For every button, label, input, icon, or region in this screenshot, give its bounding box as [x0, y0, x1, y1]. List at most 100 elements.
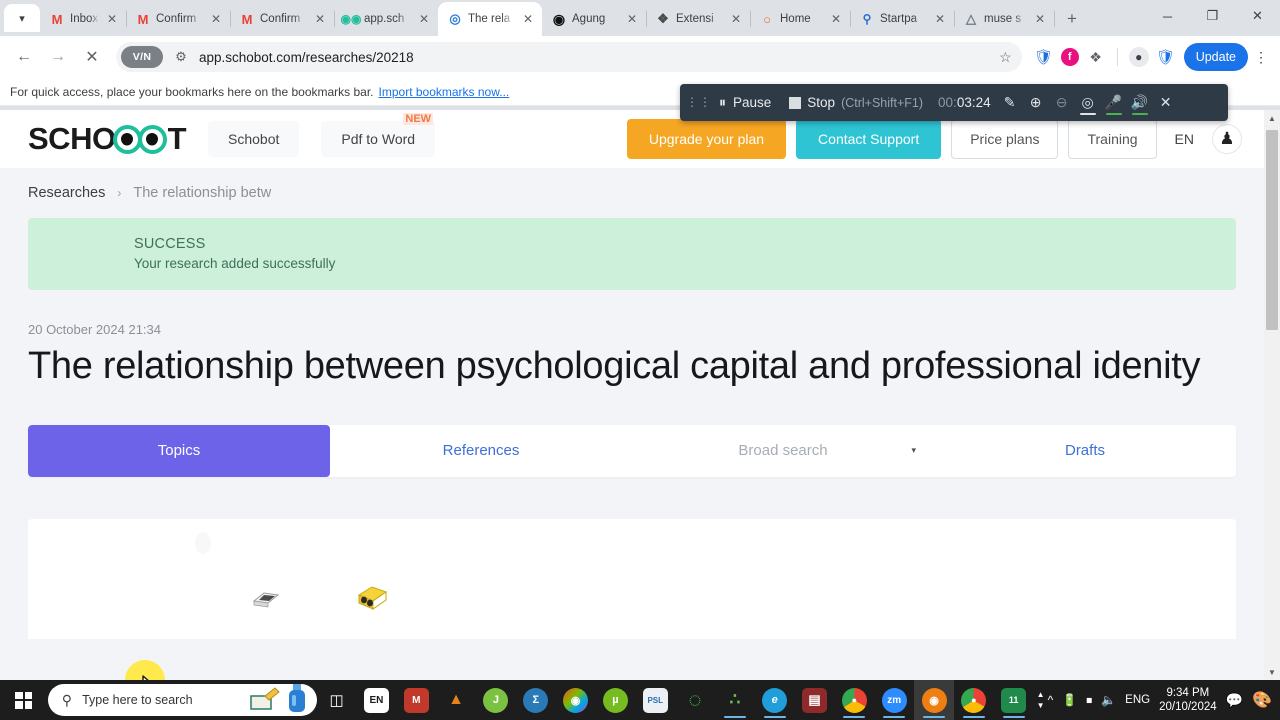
vlc-icon[interactable]: ▲ — [436, 680, 476, 720]
tune-icon[interactable]: ⚙ — [171, 47, 191, 67]
page-scrollbar[interactable]: ▲ ▼ — [1264, 110, 1280, 680]
browser-tab[interactable]: M Confirm ✕ — [230, 2, 335, 36]
tab-broad-search[interactable]: Broad search ▾ — [632, 425, 934, 477]
chrome-profile-icon[interactable]: ● — [954, 680, 994, 720]
browser-tab[interactable]: ❖ Extensi ✕ — [646, 2, 751, 36]
close-tab-icon[interactable]: ✕ — [932, 12, 948, 26]
scroll-up-arrow-icon[interactable]: ▲ — [1264, 110, 1280, 126]
browser-tab[interactable]: M Confirm ✕ — [126, 2, 231, 36]
microsoft-edge-icon[interactable]: e — [755, 680, 795, 720]
forward-button[interactable]: → — [42, 41, 74, 73]
zoom-icon[interactable]: zm — [874, 680, 914, 720]
drag-grip-icon[interactable]: ⋮⋮ — [686, 96, 711, 108]
zoom-in-icon[interactable]: ⊕ — [1023, 89, 1049, 117]
browser-tab-active[interactable]: ◎ The rela ✕ — [438, 2, 542, 36]
utorrent-icon[interactable]: µ — [596, 680, 636, 720]
import-bookmarks-link[interactable]: Import bookmarks now... — [379, 85, 510, 99]
close-tab-icon[interactable]: ✕ — [416, 12, 432, 26]
update-button[interactable]: Update — [1183, 43, 1248, 71]
psl-document-icon[interactable]: PSL — [635, 680, 675, 720]
task-view-icon[interactable]: ◫ — [317, 680, 357, 720]
show-hidden-icons-icon[interactable]: ^ — [1048, 693, 1054, 707]
taskbar-clock[interactable]: 9:34 PM 20/10/2024 — [1159, 686, 1217, 714]
close-window-button[interactable]: ✕ — [1235, 0, 1280, 32]
minimize-button[interactable]: ─ — [1145, 0, 1190, 32]
schobot-logo[interactable]: SCHO T — [28, 121, 187, 157]
address-bar[interactable]: V/N ⚙ app.schobot.com/researches/20218 ☆ — [116, 42, 1022, 72]
browser-tab[interactable]: △ muse s ✕ — [954, 2, 1055, 36]
microphone-icon[interactable]: 🎤 — [1101, 89, 1127, 117]
user-avatar-icon[interactable]: ♟ — [1212, 124, 1242, 154]
chart-11-icon[interactable]: 11 — [994, 680, 1034, 720]
mendeley-icon[interactable]: M — [396, 680, 436, 720]
tab-drafts[interactable]: Drafts — [934, 425, 1236, 477]
browser-tab[interactable]: ○ Home ✕ — [750, 2, 851, 36]
spss-icon[interactable]: J — [476, 680, 516, 720]
close-tab-icon[interactable]: ✕ — [312, 12, 328, 26]
pause-recording-button[interactable]: ⏸ Pause — [710, 94, 780, 111]
scrollbar-thumb[interactable] — [1266, 130, 1278, 330]
zoom-out-icon[interactable]: ⊖ — [1049, 89, 1075, 117]
tab-references[interactable]: References — [330, 425, 632, 477]
browser-tab[interactable]: ◉◉ app.sch ✕ — [334, 2, 439, 36]
microsoft-office-icon[interactable]: ◉ — [556, 680, 596, 720]
dots-cluster-icon[interactable]: ∴ — [715, 680, 755, 720]
blue-check-shield-icon[interactable]: 🛡 — [1156, 47, 1176, 67]
avast-icon[interactable]: ◉ — [914, 680, 954, 720]
screen-recorder-toolbar[interactable]: ⋮⋮ ⏸ Pause Stop (Ctrl+Shift+F1) 00:03:24… — [680, 84, 1228, 121]
puzzle-extensions-icon[interactable]: ❖ — [1086, 47, 1106, 67]
stop-loading-button[interactable]: ✕ — [76, 41, 108, 73]
nav-item-schobot[interactable]: Schobot — [208, 121, 300, 157]
tab-search-button[interactable]: ▾ — [4, 4, 40, 32]
nav-item-pdf-to-word[interactable]: Pdf to Word NEW — [321, 113, 436, 157]
windows-start-icon[interactable] — [0, 680, 48, 720]
webcam-icon[interactable]: ◎ — [1075, 89, 1101, 117]
price-plans-button[interactable]: Price plans — [951, 119, 1059, 159]
stop-recording-button[interactable]: Stop (Ctrl+Shift+F1) — [780, 95, 932, 110]
chevron-down-icon[interactable]: ▾ — [911, 445, 916, 456]
volume-icon[interactable]: 🔈 — [1101, 693, 1116, 707]
close-tab-icon[interactable]: ✕ — [728, 12, 744, 26]
training-button[interactable]: Training — [1068, 119, 1157, 159]
pencil-annotate-icon[interactable]: ✎ — [997, 89, 1023, 117]
tray-language[interactable]: ENG — [1125, 694, 1150, 706]
browser-tab[interactable]: ⚲ Startpa ✕ — [850, 2, 955, 36]
pink-circle-extension-icon[interactable]: f — [1060, 48, 1079, 66]
green-ring-loading-icon[interactable]: ◌ — [675, 680, 715, 720]
close-tab-icon[interactable]: ✕ — [828, 12, 844, 26]
tab-topics[interactable]: Topics — [28, 424, 330, 477]
close-tab-icon[interactable]: ✕ — [104, 12, 120, 26]
breadcrumb-researches-link[interactable]: Researches — [28, 185, 105, 201]
overflow-down-icon[interactable]: ▼ — [1037, 700, 1045, 711]
wifi-icon[interactable]: ⏹ — [1086, 693, 1092, 708]
star-icon[interactable]: ☆ — [999, 49, 1016, 66]
lock-shield-extension-icon[interactable]: 🛡 — [1034, 47, 1054, 67]
kebab-menu-icon[interactable]: ⋮ — [1250, 49, 1272, 66]
new-tab-button[interactable]: + — [1058, 5, 1086, 33]
scroll-down-arrow-icon[interactable]: ▼ — [1264, 664, 1280, 680]
language-EN-icon[interactable]: EN — [357, 680, 397, 720]
vpn-chip-icon[interactable]: V/N — [121, 46, 163, 68]
back-button[interactable]: ← — [8, 41, 40, 73]
close-tab-icon[interactable]: ✕ — [208, 12, 224, 26]
speaker-icon[interactable]: 🔊 — [1127, 89, 1153, 117]
close-tab-icon[interactable]: ✕ — [1032, 12, 1048, 26]
taskbar-search-box[interactable]: ⚲ Type here to search — [47, 684, 317, 716]
notifications-icon[interactable]: 💬 — [1226, 692, 1243, 709]
maximize-button[interactable]: ❐ — [1190, 0, 1235, 32]
battery-icon[interactable]: 🔋 — [1062, 693, 1077, 707]
taskbar-overflow-arrows[interactable]: ▲ ▼ — [1034, 689, 1048, 711]
chrome-icon[interactable]: ● — [834, 680, 874, 720]
browser-tab[interactable]: M Inbox ( ✕ — [40, 2, 127, 36]
close-tab-icon[interactable]: ✕ — [624, 12, 640, 26]
close-tab-icon[interactable]: ✕ — [520, 12, 536, 26]
overflow-up-icon[interactable]: ▲ — [1037, 689, 1045, 700]
upgrade-plan-button[interactable]: Upgrade your plan — [626, 119, 787, 159]
mathtype-icon[interactable]: Σ — [516, 680, 556, 720]
paint-3d-icon[interactable]: 🎨 — [1252, 690, 1272, 710]
browser-tab[interactable]: ◉ Agung ✕ — [542, 2, 647, 36]
profile-avatar-icon[interactable]: ● — [1128, 47, 1149, 67]
winrar-icon[interactable]: ▤ — [795, 680, 835, 720]
contact-support-button[interactable]: Contact Support — [796, 119, 942, 159]
close-recorder-icon[interactable]: ✕ — [1153, 89, 1179, 117]
